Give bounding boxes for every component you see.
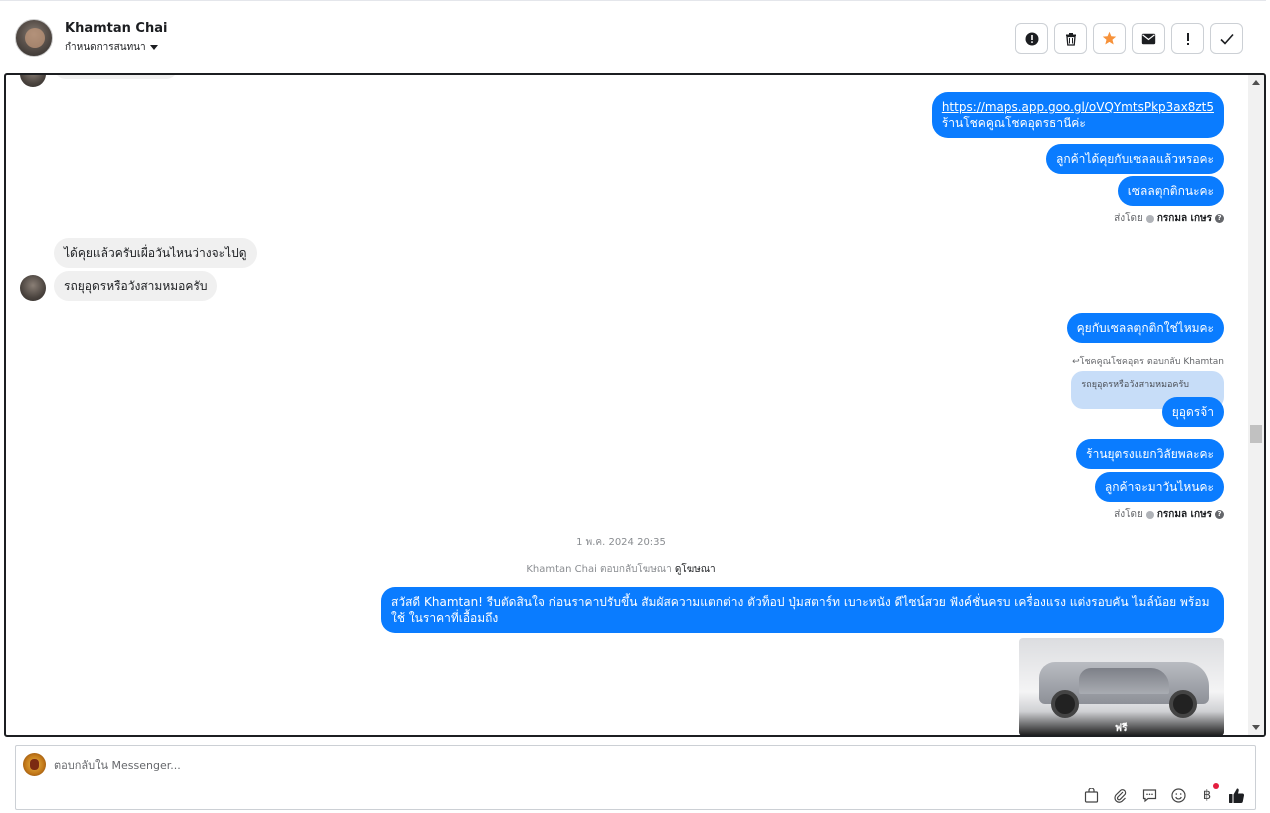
scroll-down-arrow-icon[interactable]: [1252, 725, 1260, 730]
bag-button[interactable]: [1082, 786, 1100, 804]
payment-button[interactable]: ฿: [1198, 783, 1219, 804]
like-button[interactable]: [1227, 786, 1245, 804]
sent-by-info: ส่งโดย กรกมล เกษร ?: [1114, 211, 1224, 226]
page-avatar: [23, 753, 46, 776]
contact-avatar-small: [20, 75, 46, 87]
conversation-header: Khamtan Chai กำหนดการสนทนา: [0, 0, 1266, 74]
message-bubble-outgoing[interactable]: ยุอุดรจ้า: [1161, 397, 1224, 427]
mark-done-button[interactable]: [1210, 23, 1243, 54]
message-bubble-outgoing[interactable]: ลูกค้าจะมาวันไหนคะ: [1094, 472, 1224, 502]
exclamation-icon: [1186, 32, 1189, 45]
message-bubble-incoming[interactable]: รถยุอุดรหรือวังสามหมอครับ: [54, 271, 218, 301]
message-bubble-outgoing[interactable]: คุยกับเซลลตุกติกใช่ไหมคะ: [1066, 313, 1224, 343]
saved-replies-button[interactable]: [1140, 786, 1158, 804]
ad-reply-note: Khamtan Chai ตอบกลับโฆษณา ดูโฆษณา: [6, 562, 1236, 577]
sender-dot-icon: [1145, 510, 1154, 519]
message-bubble-outgoing[interactable]: https://maps.app.goo.gl/oVQYmtsPkp3ax8zt…: [931, 92, 1224, 138]
contact-avatar-small[interactable]: [20, 275, 46, 301]
message-bubble-incoming[interactable]: ได้คุยแล้วครับเผื่อวันไหนว่างจะไปดู: [54, 238, 257, 268]
emoji-button[interactable]: [1169, 786, 1187, 804]
smiley-icon: [1170, 787, 1186, 803]
message-bubble-outgoing[interactable]: ร้านยุตรงแยกวิลัยพละคะ: [1076, 439, 1224, 469]
help-icon[interactable]: ?: [1215, 214, 1224, 223]
ad-reply-text: Khamtan Chai ตอบกลับโฆษณา: [526, 564, 672, 575]
composer-tools: ฿: [1082, 783, 1245, 804]
message-thread[interactable]: https://maps.app.goo.gl/oVQYmtsPkp3ax8zt…: [4, 73, 1266, 737]
reply-note: ↩โชคคูณโชคอุดร ตอบกลับ Khamtan: [1072, 354, 1224, 368]
contact-name[interactable]: Khamtan Chai: [65, 21, 167, 36]
paperclip-icon: [1113, 788, 1126, 803]
conversation-actions: [1015, 23, 1243, 54]
chat-bubble-icon: [1142, 788, 1156, 802]
contact-avatar[interactable]: [15, 19, 53, 57]
notification-dot: [1213, 783, 1219, 789]
mark-unread-button[interactable]: [1132, 23, 1165, 54]
envelope-icon: [1141, 33, 1156, 44]
message-bubble-incoming: [54, 75, 178, 79]
sent-by-name: กรกมล เกษร: [1156, 213, 1212, 224]
bag-icon: [1084, 787, 1098, 803]
message-text: ร้านโชคคูณโชคอุดรธานีค่ะ: [941, 116, 1086, 130]
star-icon: [1102, 31, 1117, 45]
wheel-shape: [1051, 690, 1079, 718]
reply-input[interactable]: [54, 759, 654, 772]
message-bubble-outgoing[interactable]: เซลลตุกติกนะคะ: [1117, 176, 1224, 206]
sent-by-label: ส่งโดย: [1114, 509, 1143, 520]
sender-dot-icon: [1145, 214, 1154, 223]
scroll-up-arrow-icon[interactable]: [1252, 80, 1260, 85]
baht-icon: ฿: [1202, 787, 1212, 803]
alert-circle-icon: [1025, 32, 1038, 45]
scroll-thumb[interactable]: [1250, 425, 1262, 443]
attach-button[interactable]: [1111, 786, 1129, 804]
thumbs-up-icon: [1228, 788, 1244, 803]
message-bubble-outgoing[interactable]: ลูกค้าได้คุยกับเซลลแล้วหรอคะ: [1046, 144, 1224, 174]
reply-note-text: โชคคูณโชคอุดร ตอบกลับ Khamtan: [1079, 357, 1224, 367]
trash-icon: [1065, 32, 1076, 46]
message-bubble-outgoing[interactable]: สวัสดี Khamtan! รีบตัดสินใจ ก่อนราคาปรับ…: [381, 587, 1224, 633]
map-link[interactable]: https://maps.app.goo.gl/oVQYmtsPkp3ax8zt…: [942, 99, 1214, 115]
check-icon: [1219, 33, 1234, 45]
help-icon[interactable]: ?: [1215, 510, 1224, 519]
wheel-shape: [1169, 690, 1197, 718]
sent-by-name: กรกมล เกษร: [1156, 509, 1212, 520]
assign-conversation-dropdown[interactable]: กำหนดการสนทนา: [65, 40, 158, 55]
timestamp-divider: 1 พ.ค. 2024 20:35: [576, 537, 666, 548]
image-caption: ฟรี: [1115, 723, 1128, 734]
sent-by-info: ส่งโดย กรกมล เกษร ?: [1114, 507, 1224, 522]
assign-conversation-label: กำหนดการสนทนา: [65, 42, 146, 53]
message-composer: ฿: [15, 745, 1256, 810]
reply-arrow-icon: ↩: [1072, 357, 1080, 367]
car-image-attachment[interactable]: ฟรี: [1019, 638, 1224, 735]
delete-button[interactable]: [1054, 23, 1087, 54]
mark-spam-button[interactable]: [1015, 23, 1048, 54]
follow-up-button[interactable]: [1171, 23, 1204, 54]
messenger-inbox: Khamtan Chai กำหนดการสนทนา https://maps.…: [0, 0, 1270, 813]
chat-scrollbar[interactable]: [1248, 75, 1264, 735]
star-button[interactable]: [1093, 23, 1126, 54]
chevron-down-icon: [149, 45, 158, 50]
sent-by-label: ส่งโดย: [1114, 213, 1143, 224]
view-ad-link[interactable]: ดูโฆษณา: [675, 564, 716, 575]
car-cab-shape: [1079, 668, 1169, 694]
